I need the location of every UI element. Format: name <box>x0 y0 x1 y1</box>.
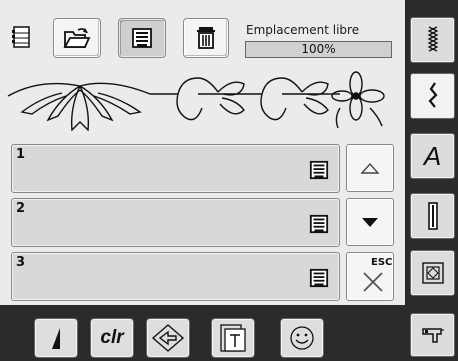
open-folder-button[interactable] <box>53 18 101 58</box>
triangle-up-icon <box>360 162 380 174</box>
save-button[interactable] <box>118 18 166 58</box>
memory-slot-3[interactable]: 3 <box>11 252 340 301</box>
save-disk-icon <box>309 268 329 288</box>
trash-icon <box>197 27 215 49</box>
esc-label: ESC <box>371 257 393 268</box>
back-button[interactable] <box>146 318 190 358</box>
free-space-bar: 100% <box>245 41 392 58</box>
free-space-label: Emplacement libre <box>246 23 360 37</box>
clear-icon: clr <box>100 327 124 348</box>
memory-slot-2[interactable]: 2 <box>11 198 340 247</box>
alphabet-icon: A <box>423 140 442 171</box>
machine-icon <box>421 328 444 343</box>
alphabet-button[interactable]: A <box>410 133 455 179</box>
quilt-button[interactable] <box>410 250 455 296</box>
smiley-icon <box>290 326 314 350</box>
machine-info-button[interactable] <box>410 313 455 357</box>
stitch-icon <box>427 26 438 52</box>
save-disk-icon <box>132 28 152 48</box>
save-disk-icon <box>309 160 329 180</box>
back-arrow-icon <box>151 324 185 352</box>
memory-icon <box>11 24 33 50</box>
open-folder-icon <box>63 28 91 48</box>
needle-icon <box>52 328 60 349</box>
stitch-pattern-preview <box>7 71 385 132</box>
buttonhole-icon <box>427 202 438 230</box>
scroll-down-button[interactable] <box>346 198 394 246</box>
buttonhole-button[interactable] <box>410 193 455 239</box>
clear-button[interactable]: clr <box>90 318 134 358</box>
quilt-icon <box>421 262 444 284</box>
smiley-button[interactable] <box>280 318 324 358</box>
slot-number: 3 <box>16 255 26 270</box>
decorative-stitch-button[interactable] <box>410 73 455 119</box>
document-button[interactable] <box>211 318 255 358</box>
memory-slot-1[interactable]: 1 <box>11 144 340 193</box>
slot-number: 2 <box>16 201 26 216</box>
zigzag-icon <box>428 82 437 108</box>
delete-button[interactable] <box>183 18 229 58</box>
triangle-down-icon <box>362 218 378 227</box>
close-icon <box>363 272 383 292</box>
esc-button[interactable]: ESC <box>346 252 394 301</box>
stitch-menu-button[interactable] <box>410 17 455 63</box>
free-space-value: 100% <box>301 42 336 56</box>
save-disk-icon <box>309 214 329 234</box>
document-icon <box>220 324 246 352</box>
scroll-up-button[interactable] <box>346 144 394 192</box>
needle-button[interactable] <box>34 318 78 358</box>
slot-number: 1 <box>16 147 26 162</box>
